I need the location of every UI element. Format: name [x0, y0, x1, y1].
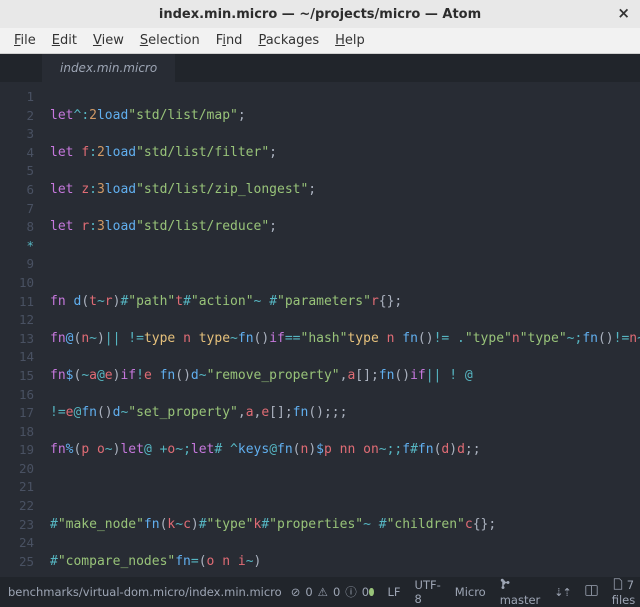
- menu-selection[interactable]: Selection: [132, 31, 208, 50]
- gutter: 12345678*9101112131415161718192021222324…: [0, 82, 42, 577]
- menubar: File Edit View Selection Find Packages H…: [0, 28, 640, 54]
- pane-split-icon[interactable]: [585, 584, 598, 600]
- menu-view[interactable]: View: [85, 31, 132, 50]
- status-filepath[interactable]: benchmarks/virtual-dom.micro/index.min.m…: [8, 585, 282, 599]
- tab-label: index.min.micro: [60, 61, 157, 75]
- info-icon: ⓘ: [342, 584, 360, 600]
- status-line-ending[interactable]: LF: [388, 585, 401, 599]
- code-area[interactable]: let^:2load"std/list/map"; let f:2load"st…: [42, 82, 640, 577]
- status-files[interactable]: 7 files: [612, 578, 639, 607]
- status-diagnostics[interactable]: ⊘0 ⚠0 ⓘ0: [288, 584, 369, 600]
- window-title: index.min.micro — ~/projects/micro — Ato…: [159, 7, 481, 22]
- status-dot-icon: [369, 588, 373, 596]
- git-branch-icon: [500, 578, 512, 593]
- menu-help[interactable]: Help: [327, 31, 373, 50]
- menu-edit[interactable]: Edit: [44, 31, 85, 50]
- menu-find[interactable]: Find: [208, 31, 251, 50]
- titlebar: index.min.micro — ~/projects/micro — Ato…: [0, 0, 640, 28]
- menu-packages[interactable]: Packages: [250, 31, 327, 50]
- tabbar: index.min.micro: [0, 54, 640, 82]
- status-branch[interactable]: master: [500, 578, 541, 607]
- status-encoding[interactable]: UTF-8: [415, 578, 441, 606]
- git-sync-icon[interactable]: ⇣⇡: [554, 586, 570, 599]
- tab-index-min-micro[interactable]: index.min.micro: [42, 54, 175, 82]
- status-language[interactable]: Micro: [455, 585, 486, 599]
- file-icon: [612, 578, 624, 593]
- editor[interactable]: 12345678*9101112131415161718192021222324…: [0, 82, 640, 577]
- menu-file[interactable]: File: [6, 31, 44, 50]
- statusbar: benchmarks/virtual-dom.micro/index.min.m…: [0, 577, 640, 607]
- warn-icon: ⚠: [315, 585, 331, 599]
- close-icon[interactable]: ×: [617, 4, 630, 22]
- error-icon: ⊘: [288, 585, 304, 599]
